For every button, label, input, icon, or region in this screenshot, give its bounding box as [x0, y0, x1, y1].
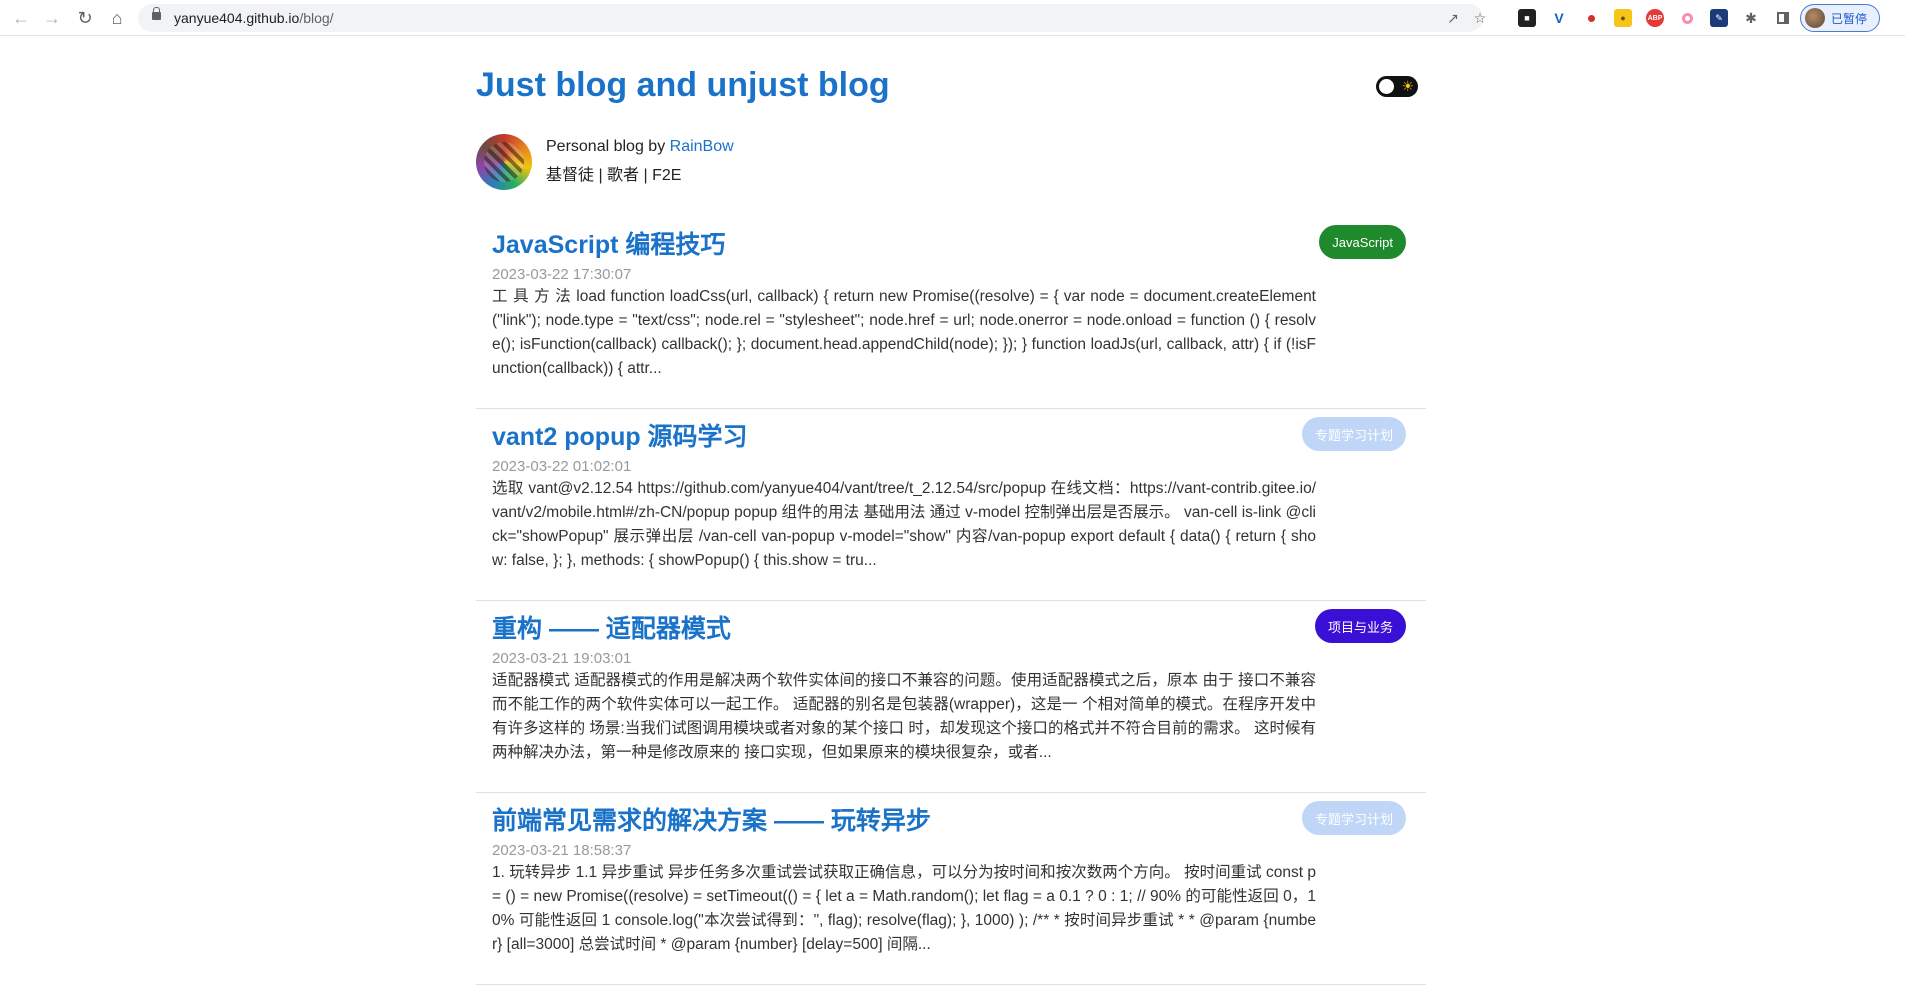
post-item: JavaScript 编程技巧 2023-03-22 17:30:07 工 具 …: [476, 217, 1426, 409]
avatar: [476, 134, 532, 190]
post-tag[interactable]: 专题学习计划: [1301, 801, 1406, 835]
post-tag[interactable]: 专题学习计划: [1301, 417, 1406, 451]
url-path: /blog/: [299, 10, 334, 26]
author-line: Personal blog by RainBow: [546, 138, 734, 156]
reload-icon[interactable]: ↻: [73, 6, 97, 30]
toggle-knob: [1379, 79, 1394, 94]
post-tag[interactable]: JavaScript: [1319, 225, 1406, 259]
forward-icon[interactable]: →: [40, 6, 64, 30]
post-item: vant2 popup 源码学习 2023-03-22 01:02:01 选取 …: [476, 409, 1426, 601]
url-host: yanyue404.github.io: [174, 10, 300, 26]
profile-status-label: 已暂停: [1831, 11, 1868, 26]
url-text[interactable]: yanyue404.github.io/blog/: [174, 10, 334, 26]
post-date: 2023-03-21 18:58:37: [492, 842, 632, 859]
ext-2-icon[interactable]: V: [1550, 9, 1568, 27]
post-excerpt: 1. 玩转异步 1.1 异步重试 异步任务多次重试尝试获取正确信息，可以分为按时…: [492, 864, 1316, 953]
post-title-link[interactable]: 重构 —— 适配器模式: [492, 609, 731, 645]
back-icon[interactable]: ←: [9, 6, 33, 30]
post-date: 2023-03-21 19:03:01: [492, 650, 632, 667]
post-list: JavaScript 编程技巧 2023-03-22 17:30:07 工 具 …: [476, 217, 1426, 985]
ext-6-icon[interactable]: [1678, 9, 1696, 27]
ext-4-icon[interactable]: ●: [1614, 9, 1632, 27]
author-link[interactable]: RainBow: [670, 138, 734, 155]
side-panel-icon[interactable]: [1774, 9, 1792, 27]
post-item: 重构 —— 适配器模式 2023-03-21 19:03:01 适配器模式 适配…: [476, 601, 1426, 793]
ext-1-icon[interactable]: ■: [1518, 9, 1536, 27]
lock-icon[interactable]: [152, 7, 161, 20]
post-excerpt: 选取 vant@v2.12.54 https://github.com/yany…: [492, 480, 1316, 569]
post-title-link[interactable]: JavaScript 编程技巧: [492, 225, 725, 261]
browser-toolbar: ← → ↻ ⌂ yanyue404.github.io/blog/ ↗ ☆ ■ …: [0, 0, 1905, 36]
post-date: 2023-03-22 17:30:07: [492, 266, 632, 283]
profile-avatar: [1805, 8, 1825, 28]
ext-7-icon[interactable]: ✎: [1710, 9, 1728, 27]
post-item: 前端常见需求的解决方案 —— 玩转异步 2023-03-21 18:58:37 …: [476, 793, 1426, 985]
post-date: 2023-03-22 01:02:01: [492, 458, 632, 475]
post-excerpt: 适配器模式 适配器模式的作用是解决两个软件实体间的接口不兼容的问题。使用适配器模…: [492, 672, 1316, 761]
author-prefix: Personal blog by: [546, 138, 670, 155]
theme-toggle[interactable]: ☀: [1376, 76, 1418, 97]
puzzle-icon[interactable]: ✱: [1742, 9, 1760, 27]
post-tag[interactable]: 项目与业务: [1314, 609, 1406, 643]
site-title[interactable]: Just blog and unjust blog: [476, 66, 890, 105]
profile-button[interactable]: 已暂停: [1800, 4, 1880, 32]
home-icon[interactable]: ⌂: [105, 6, 129, 30]
sun-icon: ☀: [1401, 78, 1414, 94]
abp-icon[interactable]: ABP: [1646, 9, 1664, 27]
bookmark-star-icon[interactable]: ☆: [1471, 9, 1489, 27]
post-excerpt: 工 具 方 法 load function loadCss(url, callb…: [492, 288, 1316, 377]
ext-3-icon[interactable]: [1582, 9, 1600, 27]
address-bar[interactable]: yanyue404.github.io/blog/ ↗ ☆: [138, 4, 1486, 32]
share-icon[interactable]: ↗: [1444, 9, 1462, 27]
author-bio: Personal blog by RainBow 基督徒 | 歌者 | F2E: [476, 134, 1076, 194]
post-title-link[interactable]: vant2 popup 源码学习: [492, 417, 748, 453]
author-description: 基督徒 | 歌者 | F2E: [546, 167, 682, 184]
post-title-link[interactable]: 前端常见需求的解决方案 —— 玩转异步: [492, 801, 931, 837]
